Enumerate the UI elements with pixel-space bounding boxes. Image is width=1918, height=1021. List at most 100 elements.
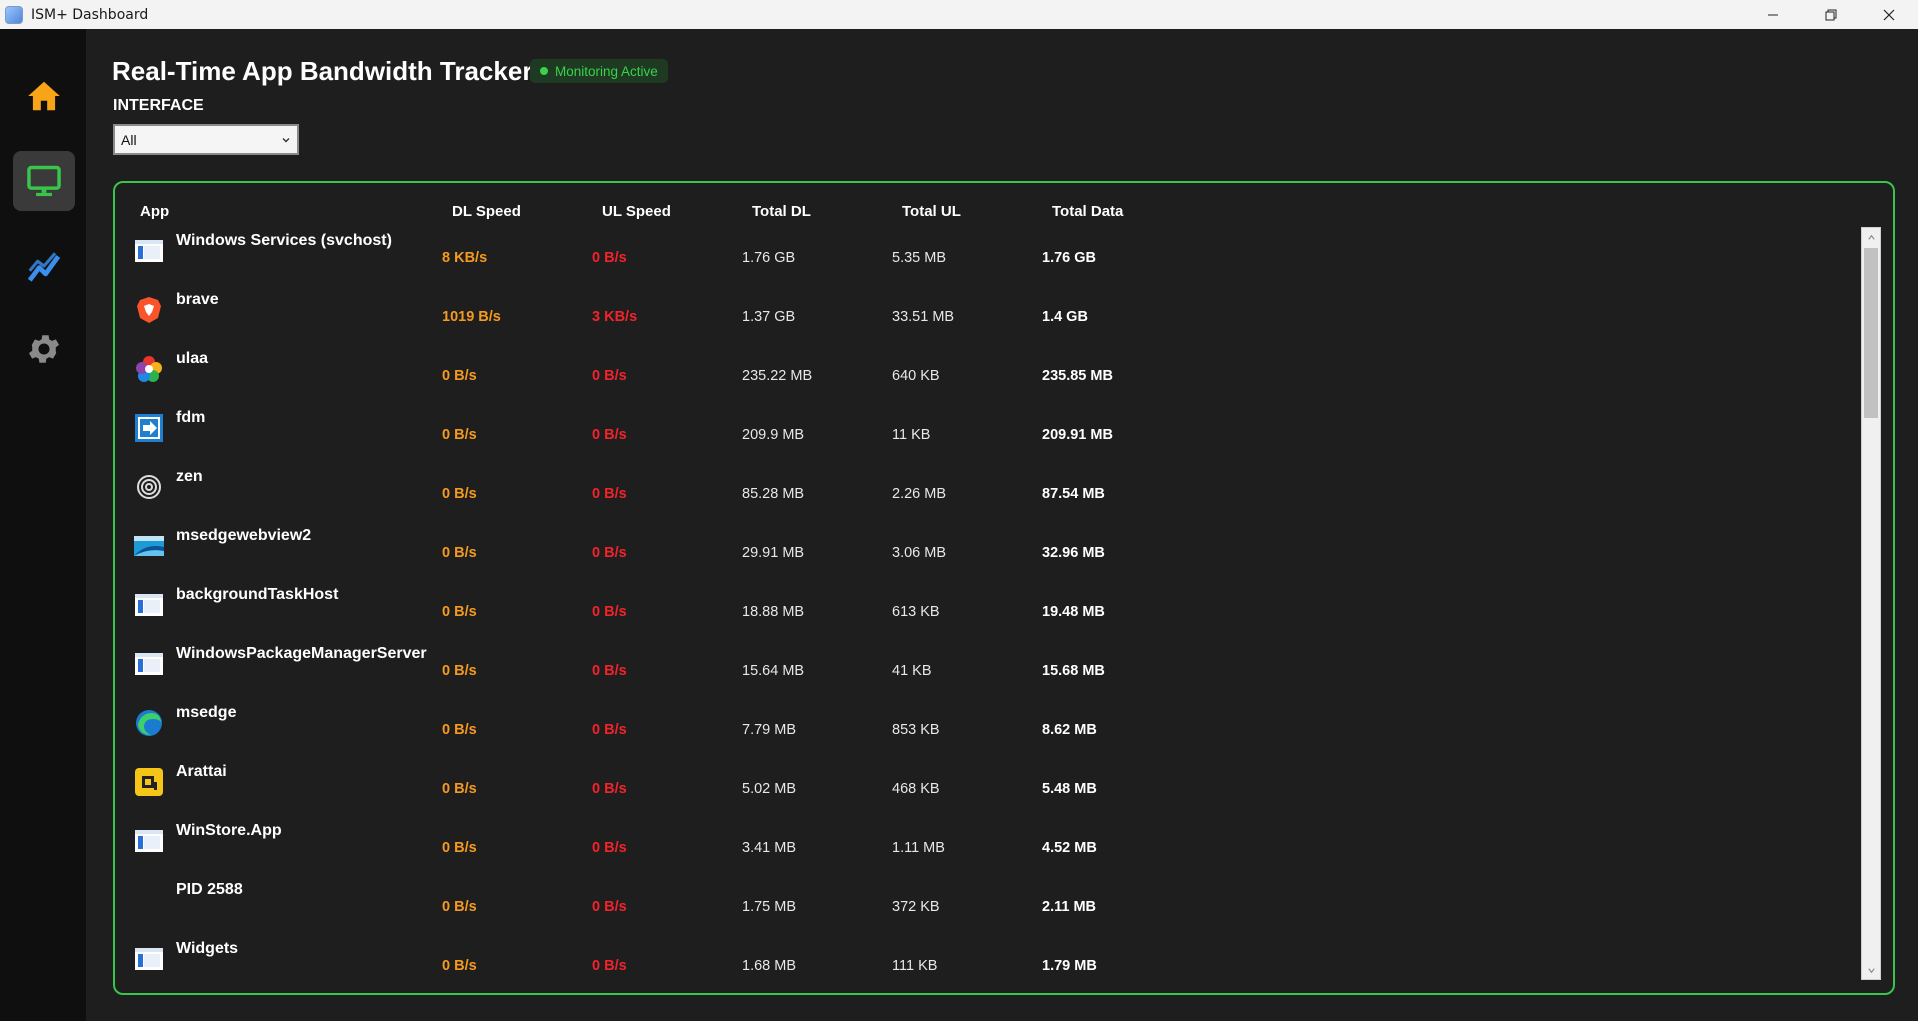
total-ul: 468 KB <box>892 781 940 797</box>
ul-speed: 0 B/s <box>592 250 627 266</box>
app-name: msedgewebview2 <box>176 527 312 544</box>
app-name: msedge <box>176 704 237 721</box>
total-data: 1.76 GB <box>1042 250 1096 266</box>
scroll-down-button[interactable] <box>1862 961 1880 979</box>
app-name: fdm <box>176 409 206 426</box>
ul-speed: 0 B/s <box>592 604 627 620</box>
minimize-button[interactable] <box>1744 0 1802 29</box>
sidebar-item-monitor[interactable] <box>13 151 75 211</box>
status-badge: Monitoring Active <box>530 59 668 83</box>
total-ul: 853 KB <box>892 722 940 738</box>
app-name: PID 2588 <box>176 881 243 898</box>
arrow-up-icon <box>1867 234 1875 240</box>
total-data: 32.96 MB <box>1042 545 1105 561</box>
total-ul: 5.35 MB <box>892 250 946 266</box>
gear-icon <box>28 335 60 363</box>
scroll-up-button[interactable] <box>1862 228 1880 246</box>
ul-speed: 0 B/s <box>592 722 627 738</box>
column-header-total-ul: Total UL <box>902 203 961 220</box>
column-header-total-dl: Total DL <box>752 203 811 220</box>
app-name: backgroundTaskHost <box>176 586 339 603</box>
total-ul: 3.06 MB <box>892 545 946 561</box>
total-dl: 1.75 MB <box>742 899 796 915</box>
close-button[interactable] <box>1860 0 1918 29</box>
fdm-icon <box>135 414 163 442</box>
table-row[interactable]: brave 1019 B/s 3 KB/s 1.37 GB 33.51 MB 1… <box>115 280 1815 339</box>
total-dl: 18.88 MB <box>742 604 805 620</box>
interface-select[interactable]: All <box>113 124 299 155</box>
dl-speed: 0 B/s <box>442 840 477 856</box>
ul-speed: 0 B/s <box>592 368 627 384</box>
dl-speed: 0 B/s <box>442 958 477 974</box>
table-row[interactable]: msedgewebview2 0 B/s 0 B/s 29.91 MB 3.06… <box>115 516 1815 575</box>
window-app-icon <box>135 948 163 970</box>
app-name: zen <box>176 468 203 485</box>
edge-icon <box>136 710 162 736</box>
total-ul: 11 KB <box>892 427 931 443</box>
total-data: 1.4 GB <box>1042 309 1088 325</box>
sidebar-item-home[interactable] <box>13 66 75 126</box>
total-data: 2.11 MB <box>1042 899 1096 915</box>
ul-speed: 0 B/s <box>592 663 627 679</box>
dl-speed: 0 B/s <box>442 427 477 443</box>
arrow-down-icon <box>1867 967 1875 973</box>
total-ul: 372 KB <box>892 899 940 915</box>
total-ul: 613 KB <box>892 604 940 620</box>
app-name: brave <box>176 291 219 308</box>
table-row[interactable]: msedge 0 B/s 0 B/s 7.79 MB 853 KB 8.62 M… <box>115 693 1815 752</box>
scroll-thumb[interactable] <box>1864 248 1878 418</box>
vertical-scrollbar[interactable] <box>1861 227 1881 980</box>
app-name: WindowsPackageManagerServer <box>176 645 427 662</box>
column-header-app: App <box>140 203 170 220</box>
home-icon <box>28 81 60 111</box>
table-row[interactable]: Windows Services (svchost) 8 KB/s 0 B/s … <box>115 221 1815 280</box>
status-text: Monitoring Active <box>555 63 658 79</box>
restore-button[interactable] <box>1802 0 1860 29</box>
ul-speed: 0 B/s <box>592 781 627 797</box>
ulaa-icon <box>136 356 162 382</box>
total-dl: 1.68 MB <box>742 958 796 974</box>
table-row[interactable]: fdm 0 B/s 0 B/s 209.9 MB 11 KB 209.91 MB <box>115 398 1815 457</box>
total-ul: 640 KB <box>892 368 940 384</box>
total-dl: 3.41 MB <box>742 840 796 856</box>
app-name: Windows Services (svchost) <box>176 232 392 249</box>
table-row[interactable]: Arattai 0 B/s 0 B/s 5.02 MB 468 KB 5.48 … <box>115 752 1815 811</box>
app-logo-icon <box>5 5 23 24</box>
chevron-down-icon <box>282 138 290 143</box>
total-ul: 2.26 MB <box>892 486 946 502</box>
window-controls <box>1744 0 1918 29</box>
total-dl: 235.22 MB <box>742 368 813 384</box>
bandwidth-table: App DL Speed UL Speed Total DL Total UL … <box>113 181 1895 995</box>
restore-icon <box>1825 9 1837 20</box>
table-row[interactable]: zen 0 B/s 0 B/s 85.28 MB 2.26 MB 87.54 M… <box>115 457 1815 516</box>
sidebar <box>0 29 86 1021</box>
minimize-icon <box>1768 14 1778 15</box>
table-row[interactable]: backgroundTaskHost 0 B/s 0 B/s 18.88 MB … <box>115 575 1815 634</box>
app-name: Widgets <box>176 940 239 957</box>
app-name: WinStore.App <box>176 822 282 839</box>
ul-speed: 0 B/s <box>592 427 627 443</box>
table-row[interactable]: ulaa 0 B/s 0 B/s 235.22 MB 640 KB 235.85… <box>115 339 1815 398</box>
ul-speed: 0 B/s <box>592 958 627 974</box>
table-row[interactable]: Widgets 0 B/s 0 B/s 1.68 MB 111 KB 1.79 … <box>115 929 1815 988</box>
dl-speed: 0 B/s <box>442 663 477 679</box>
window-app-icon <box>135 830 163 852</box>
total-ul: 1.11 MB <box>892 840 945 856</box>
sidebar-item-analytics[interactable] <box>13 236 75 296</box>
window-app-icon <box>135 653 163 675</box>
table-row[interactable]: WinStore.App 0 B/s 0 B/s 3.41 MB 1.11 MB… <box>115 811 1815 870</box>
dl-speed: 0 B/s <box>442 899 477 915</box>
column-header-dl-speed: DL Speed <box>452 203 521 220</box>
app-name: Arattai <box>176 763 227 780</box>
table-row[interactable]: PID 2588 0 B/s 0 B/s 1.75 MB 372 KB 2.11… <box>115 870 1815 929</box>
total-data: 19.48 MB <box>1042 604 1105 620</box>
ul-speed: 0 B/s <box>592 899 627 915</box>
table-row[interactable]: WindowsPackageManagerServer 0 B/s 0 B/s … <box>115 634 1815 693</box>
sidebar-item-settings[interactable] <box>13 319 75 379</box>
webview-icon <box>134 536 164 556</box>
arattai-icon <box>135 768 163 796</box>
total-data: 8.62 MB <box>1042 722 1097 738</box>
total-data: 4.52 MB <box>1042 840 1097 856</box>
total-data: 235.85 MB <box>1042 368 1113 384</box>
dl-speed: 0 B/s <box>442 545 477 561</box>
